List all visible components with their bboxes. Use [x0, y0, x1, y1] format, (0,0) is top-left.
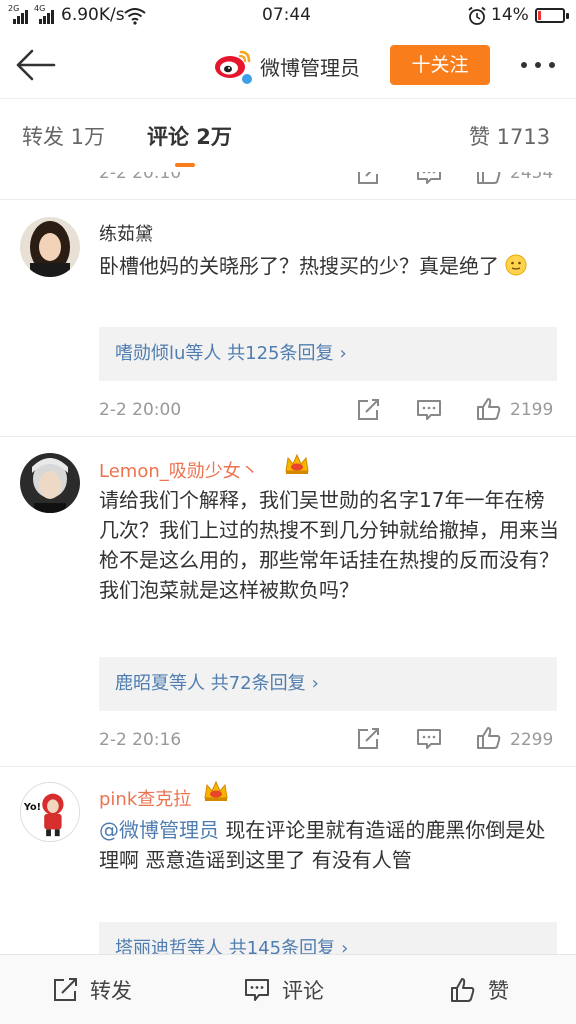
comment-text: 请给我们个解释，我们吴世勋的名字17年一年在榜几次？我们上过的热搜不到几分钟就给… — [99, 488, 559, 602]
like-icon[interactable] — [476, 726, 502, 750]
comment-list[interactable]: 2-2 20:10 2454 练茹黛 卧槽他妈的关晓彤了？热搜买的少？真是绝了 … — [0, 172, 576, 954]
comment-text: 卧槽他妈的关晓彤了？热搜买的少？真是绝了 — [99, 251, 529, 281]
comment-date: 2-2 20:16 — [99, 730, 182, 750]
more-options-icon[interactable] — [521, 62, 555, 68]
comment-button[interactable]: 评论 — [244, 975, 324, 1005]
replies-summary[interactable]: 塔丽迪哲等人 共145条回复 › — [99, 922, 557, 954]
username[interactable]: 练茹黛 — [99, 220, 153, 246]
smiley-emoji-icon — [505, 254, 527, 276]
comment-label: 评论 — [282, 979, 324, 1003]
battery-percent: 14% — [491, 5, 529, 25]
mention-link[interactable]: @微博管理员 — [99, 818, 219, 842]
divider — [0, 436, 576, 437]
tab-repost[interactable]: 转发 1万 — [22, 121, 105, 151]
avatar-text: Yo! — [23, 802, 41, 813]
alarm-icon — [468, 6, 486, 25]
like-label: 赞 — [488, 979, 509, 1003]
crown-vip-icon — [285, 453, 309, 474]
avatar[interactable]: Yo! — [20, 782, 80, 842]
bottom-action-bar: 转发 评论 赞 — [0, 954, 576, 1024]
network-speed: 6.90K/s — [61, 5, 125, 25]
username[interactable]: Lemon_吸勋少女丶 — [99, 457, 259, 483]
replies-summary[interactable]: 鹿昭夏等人 共72条回复 › — [99, 657, 557, 711]
repost-label: 转发 — [90, 979, 132, 1003]
like-count: 2199 — [510, 400, 554, 420]
avatar[interactable] — [20, 217, 80, 277]
like-icon[interactable] — [476, 172, 502, 185]
wifi-icon — [124, 8, 146, 25]
comment-date: 2-2 20:00 — [99, 400, 182, 420]
share-icon[interactable] — [356, 727, 382, 751]
replies-summary-text: 塔丽迪哲等人 共145条回复 — [115, 938, 336, 954]
like-icon[interactable] — [476, 397, 502, 421]
tab-likes[interactable]: 赞 1713 — [469, 121, 550, 151]
like-button[interactable]: 赞 — [450, 975, 509, 1005]
like-icon — [451, 978, 475, 1002]
comment-body: 卧槽他妈的关晓彤了？热搜买的少？真是绝了 — [99, 254, 499, 278]
tab-bar: 转发 1万 评论 2万 赞 1713 — [0, 98, 576, 172]
comment-text: @微博管理员 现在评论里就有造谣的鹿黑你倒是处理啊 恶意造谣到这里了 有没有人管 — [99, 815, 561, 875]
share-icon — [54, 978, 77, 1001]
reply-icon[interactable] — [416, 727, 442, 751]
signal-bars-icon — [39, 10, 54, 24]
chevron-right-icon: › — [311, 673, 319, 694]
signal-2g: 2G — [8, 4, 28, 25]
like-count: 2299 — [510, 730, 554, 750]
status-bar: 2G 4G 6.90K/s 07:44 14% — [0, 0, 576, 32]
battery-icon — [535, 8, 569, 23]
divider — [0, 766, 576, 767]
replies-summary[interactable]: 嗜勋倾lu等人 共125条回复 › — [99, 327, 557, 381]
comment-date: 2-2 20:10 — [99, 172, 182, 183]
chevron-right-icon: › — [339, 343, 347, 364]
verified-badge-icon — [240, 72, 254, 86]
signal-indicators: 2G 4G — [8, 4, 54, 25]
replies-summary-text: 嗜勋倾lu等人 共125条回复 — [115, 343, 334, 364]
reply-icon[interactable] — [416, 398, 442, 422]
clock: 07:44 — [262, 5, 311, 25]
share-icon[interactable] — [356, 172, 382, 186]
back-arrow-icon[interactable] — [14, 46, 56, 84]
follow-button[interactable]: 十关注 — [390, 45, 490, 85]
username[interactable]: pink查克拉 — [99, 785, 191, 811]
reply-icon[interactable] — [416, 172, 442, 186]
signal-4g: 4G — [34, 4, 54, 25]
top-nav-bar: 微博管理员 十关注 — [0, 32, 576, 98]
replies-summary-text: 鹿昭夏等人 共72条回复 — [115, 673, 306, 694]
tab-comments[interactable]: 评论 2万 — [147, 121, 232, 151]
avatar[interactable] — [20, 453, 80, 513]
like-count: 2454 — [510, 172, 554, 183]
crown-vip-icon — [204, 780, 228, 801]
chevron-right-icon: › — [341, 938, 349, 954]
page-title: 微博管理员 — [260, 56, 360, 80]
repost-button[interactable]: 转发 — [52, 975, 132, 1005]
share-icon[interactable] — [356, 398, 382, 422]
comment-icon — [245, 979, 269, 1001]
active-tab-indicator — [175, 163, 195, 167]
divider — [0, 199, 576, 200]
signal-bars-icon — [13, 10, 28, 24]
